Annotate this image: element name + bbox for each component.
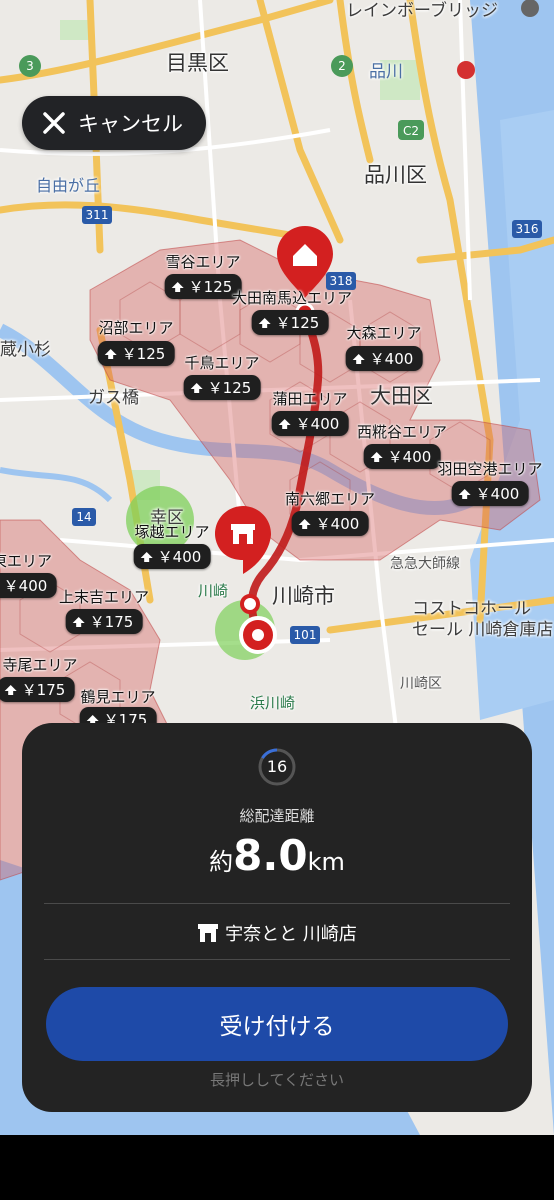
area-name-minami-rokugo: 南六郷エリア (284, 490, 376, 508)
up-arrow-icon (258, 317, 271, 328)
svg-text:311: 311 (86, 208, 109, 222)
store-name: 宇奈とと 川崎店 (225, 924, 357, 945)
map-label-gasubashi: ガス橋 (88, 388, 139, 408)
area-price-kami-sueyoshi[interactable]: ￥175 (65, 609, 143, 634)
map-label-daishi: 急急大師線 (390, 556, 460, 572)
cancel-button[interactable]: キャンセル (22, 96, 206, 150)
distance-prefix: 約 (209, 848, 234, 876)
area-price-yukigaya[interactable]: ￥125 (164, 274, 242, 299)
store-icon (198, 924, 219, 942)
up-arrow-icon (140, 551, 153, 562)
area-name-numabe: 沼部エリア (98, 319, 174, 337)
map-label-meguro: 目黒区 (166, 51, 229, 75)
svg-text:316: 316 (516, 222, 539, 236)
map-label-ota-ku: 大田区 (370, 384, 433, 408)
distance-value: 約8.0km (22, 831, 532, 880)
distance-number: 8.0 (233, 831, 308, 880)
area-price-ota-minami-magome[interactable]: ￥125 (251, 310, 329, 335)
svg-text:101: 101 (294, 628, 317, 642)
area-price-minami-rokugo[interactable]: ￥400 (291, 511, 369, 536)
area-price-nishi-kojiya[interactable]: ￥400 (363, 444, 441, 469)
area-name-terao: 寺尾エリア (2, 656, 78, 674)
area-name-haneda: 羽田空港エリア (437, 460, 543, 478)
divider (44, 959, 510, 960)
map-label-shinagawa-ku: 品川区 (364, 163, 427, 187)
area-name-omori: 大森エリア (346, 324, 422, 342)
close-icon (43, 112, 65, 134)
area-name-yukigaya: 雪谷エリア (165, 253, 241, 271)
map-label-shinagawa: 品川 (369, 62, 403, 82)
distance-unit: km (307, 848, 345, 876)
long-press-hint: 長押ししてください (209, 1071, 345, 1089)
up-arrow-icon (458, 488, 471, 499)
up-arrow-icon (278, 418, 291, 429)
svg-text:3: 3 (26, 59, 34, 73)
area-price-tsukagoshi[interactable]: ￥400 (133, 544, 211, 569)
svg-text:2: 2 (338, 59, 346, 73)
area-name-tsukagoshi: 塚越エリア (134, 523, 210, 541)
map-label-kawasaki-ku: 川崎区 (400, 676, 442, 692)
area-name-kami-sueyoshi: 上末吉エリア (58, 588, 150, 606)
area-name-tsurumi: 鶴見エリア (80, 688, 156, 706)
area-price-chidori[interactable]: ￥125 (183, 375, 261, 400)
area-name-kamata: 蒲田エリア (272, 390, 348, 408)
area-name-nishi-kojiya: 西糀谷エリア (356, 423, 448, 441)
up-arrow-icon (104, 348, 117, 359)
area-price-kamata[interactable]: ￥400 (271, 411, 349, 436)
map-label-musashi-kosugi: 蔵小杉 (0, 340, 51, 360)
offer-panel: 16 総配達距離 約8.0km 宇奈とと 川崎店 受け付ける 長押ししてください (22, 723, 532, 1112)
area-price-omori[interactable]: ￥400 (345, 346, 423, 371)
up-arrow-icon (370, 451, 383, 462)
up-arrow-icon (190, 382, 203, 393)
divider (44, 903, 510, 904)
map-label-kawasaki: 川崎 (198, 582, 229, 600)
area-name-ota-minami-magome: 大田南馬込エリア (231, 289, 353, 307)
area-price-numabe[interactable]: ￥125 (97, 341, 175, 366)
up-arrow-icon (4, 684, 17, 695)
distance-label: 総配達距離 (239, 807, 315, 825)
map-label-costco2: セール 川崎倉庫店 (412, 620, 554, 640)
accept-button[interactable]: 受け付ける (46, 987, 508, 1061)
svg-text:C2: C2 (403, 124, 419, 138)
map-label-jiyugaoka: 自由が丘 (36, 176, 101, 195)
up-arrow-icon (171, 281, 184, 292)
countdown-timer: 16 (257, 747, 297, 787)
area-price-haneda[interactable]: ￥400 (451, 481, 529, 506)
area-price-terao[interactable]: ￥175 (0, 677, 75, 702)
svg-text:318: 318 (330, 274, 353, 288)
area-name-chidori: 千鳥エリア (184, 354, 260, 372)
svg-text:14: 14 (76, 510, 91, 524)
map-label-road-top: レインボーブリッジ (346, 1, 498, 21)
area-price-higashi[interactable]: ￥400 (0, 573, 57, 598)
up-arrow-icon (72, 616, 85, 627)
map-label-hama-kawasaki: 浜川崎 (250, 694, 296, 712)
store-info: 宇奈とと 川崎店 (22, 920, 532, 946)
up-arrow-icon (352, 353, 365, 364)
up-arrow-icon (298, 518, 311, 529)
cancel-button-label: キャンセル (78, 112, 183, 136)
timer-value: 16 (266, 757, 288, 776)
map-label-kawasaki-shi: 川崎市 (272, 584, 335, 608)
area-name-higashi: 東エリア (0, 552, 53, 570)
